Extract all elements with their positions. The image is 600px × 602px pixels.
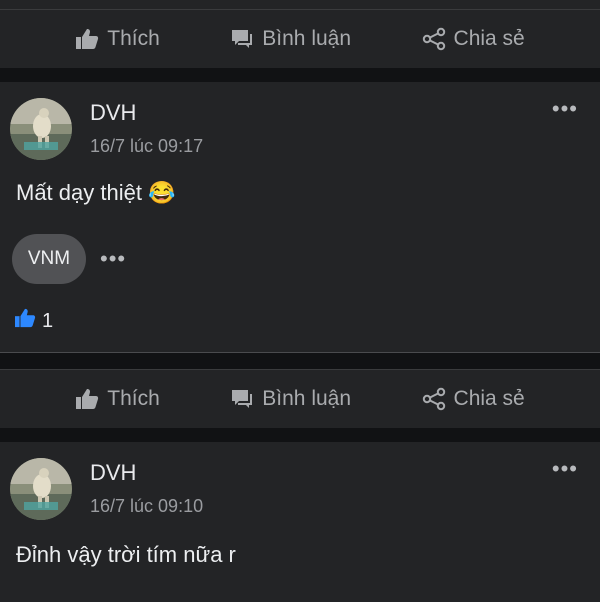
post-footer: Thích Bình luận Chia sẻ bbox=[0, 353, 600, 428]
author-info: DVH 16/7 lúc 09:17 bbox=[90, 98, 203, 157]
thumbs-up-icon bbox=[75, 388, 99, 410]
comment-icon bbox=[230, 388, 254, 410]
reaction-chips: VNM ••• bbox=[0, 234, 600, 284]
post-header: DVH 16/7 lúc 09:17 ••• bbox=[0, 82, 600, 160]
comment-label: Bình luận bbox=[262, 27, 352, 50]
like-count: 1 bbox=[42, 309, 54, 332]
avatar[interactable] bbox=[10, 458, 72, 520]
laughing-emoji-icon: 😂 bbox=[148, 180, 176, 205]
share-icon bbox=[422, 27, 446, 51]
author-name[interactable]: DVH bbox=[90, 460, 203, 486]
more-icon[interactable]: ••• bbox=[552, 456, 578, 482]
comment-icon bbox=[230, 28, 254, 50]
quick-reply-chip[interactable]: VNM bbox=[12, 234, 86, 284]
author-name[interactable]: DVH bbox=[90, 100, 203, 126]
comment-button[interactable]: Bình luận bbox=[230, 27, 351, 51]
more-chips-icon[interactable]: ••• bbox=[100, 246, 126, 272]
feed-gap bbox=[0, 428, 600, 442]
post-timestamp[interactable]: 16/7 lúc 09:17 bbox=[90, 136, 203, 157]
share-icon bbox=[422, 387, 446, 411]
share-button[interactable]: Chia sẻ bbox=[422, 387, 525, 411]
comment-button[interactable]: Bình luận bbox=[230, 387, 351, 411]
share-label: Chia sẻ bbox=[453, 387, 525, 410]
post-text-content: Mất dạy thiệt bbox=[16, 180, 142, 205]
action-bar: Thích Bình luận Chia sẻ bbox=[0, 370, 600, 428]
post-text: Mất dạy thiệt 😂 bbox=[0, 180, 600, 206]
post-card: DVH 16/7 lúc 09:17 ••• Mất dạy thiệt 😂 V… bbox=[0, 82, 600, 353]
like-label: Thích bbox=[107, 387, 160, 410]
post-text: Đỉnh vậy trời tím nữa r bbox=[16, 542, 236, 567]
thumbs-up-icon bbox=[14, 308, 36, 334]
like-button[interactable]: Thích bbox=[75, 27, 160, 51]
author-info: DVH 16/7 lúc 09:10 bbox=[90, 458, 203, 517]
share-label: Chia sẻ bbox=[453, 27, 525, 50]
more-icon[interactable]: ••• bbox=[552, 96, 578, 122]
feed-gap bbox=[0, 68, 600, 82]
comment-label: Bình luận bbox=[262, 387, 352, 410]
reaction-summary[interactable]: 1 bbox=[0, 308, 600, 334]
like-button[interactable]: Thích bbox=[75, 387, 160, 411]
like-label: Thích bbox=[107, 27, 160, 50]
thumbs-up-icon bbox=[75, 28, 99, 50]
post-timestamp[interactable]: 16/7 lúc 09:10 bbox=[90, 496, 203, 517]
share-button[interactable]: Chia sẻ bbox=[422, 27, 525, 51]
avatar[interactable] bbox=[10, 98, 72, 160]
post-header: DVH 16/7 lúc 09:10 ••• bbox=[0, 442, 600, 520]
post-card: DVH 16/7 lúc 09:10 ••• Đỉnh vậy trời tím… bbox=[0, 442, 600, 602]
previous-post-footer: Thích Bình luận Chia sẻ bbox=[0, 0, 600, 68]
action-bar: Thích Bình luận Chia sẻ bbox=[0, 10, 600, 68]
